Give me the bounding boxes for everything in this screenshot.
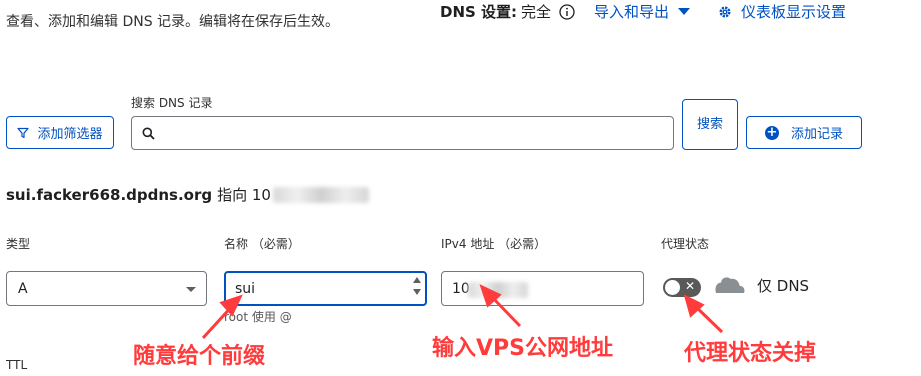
annotation-arrows <box>201 284 724 340</box>
ip-annotation: 输入VPS公网地址 <box>432 336 613 361</box>
proxy-annotation: 代理状态关掉 <box>684 341 817 366</box>
name-annotation: 随意给个前缀 <box>133 344 266 369</box>
